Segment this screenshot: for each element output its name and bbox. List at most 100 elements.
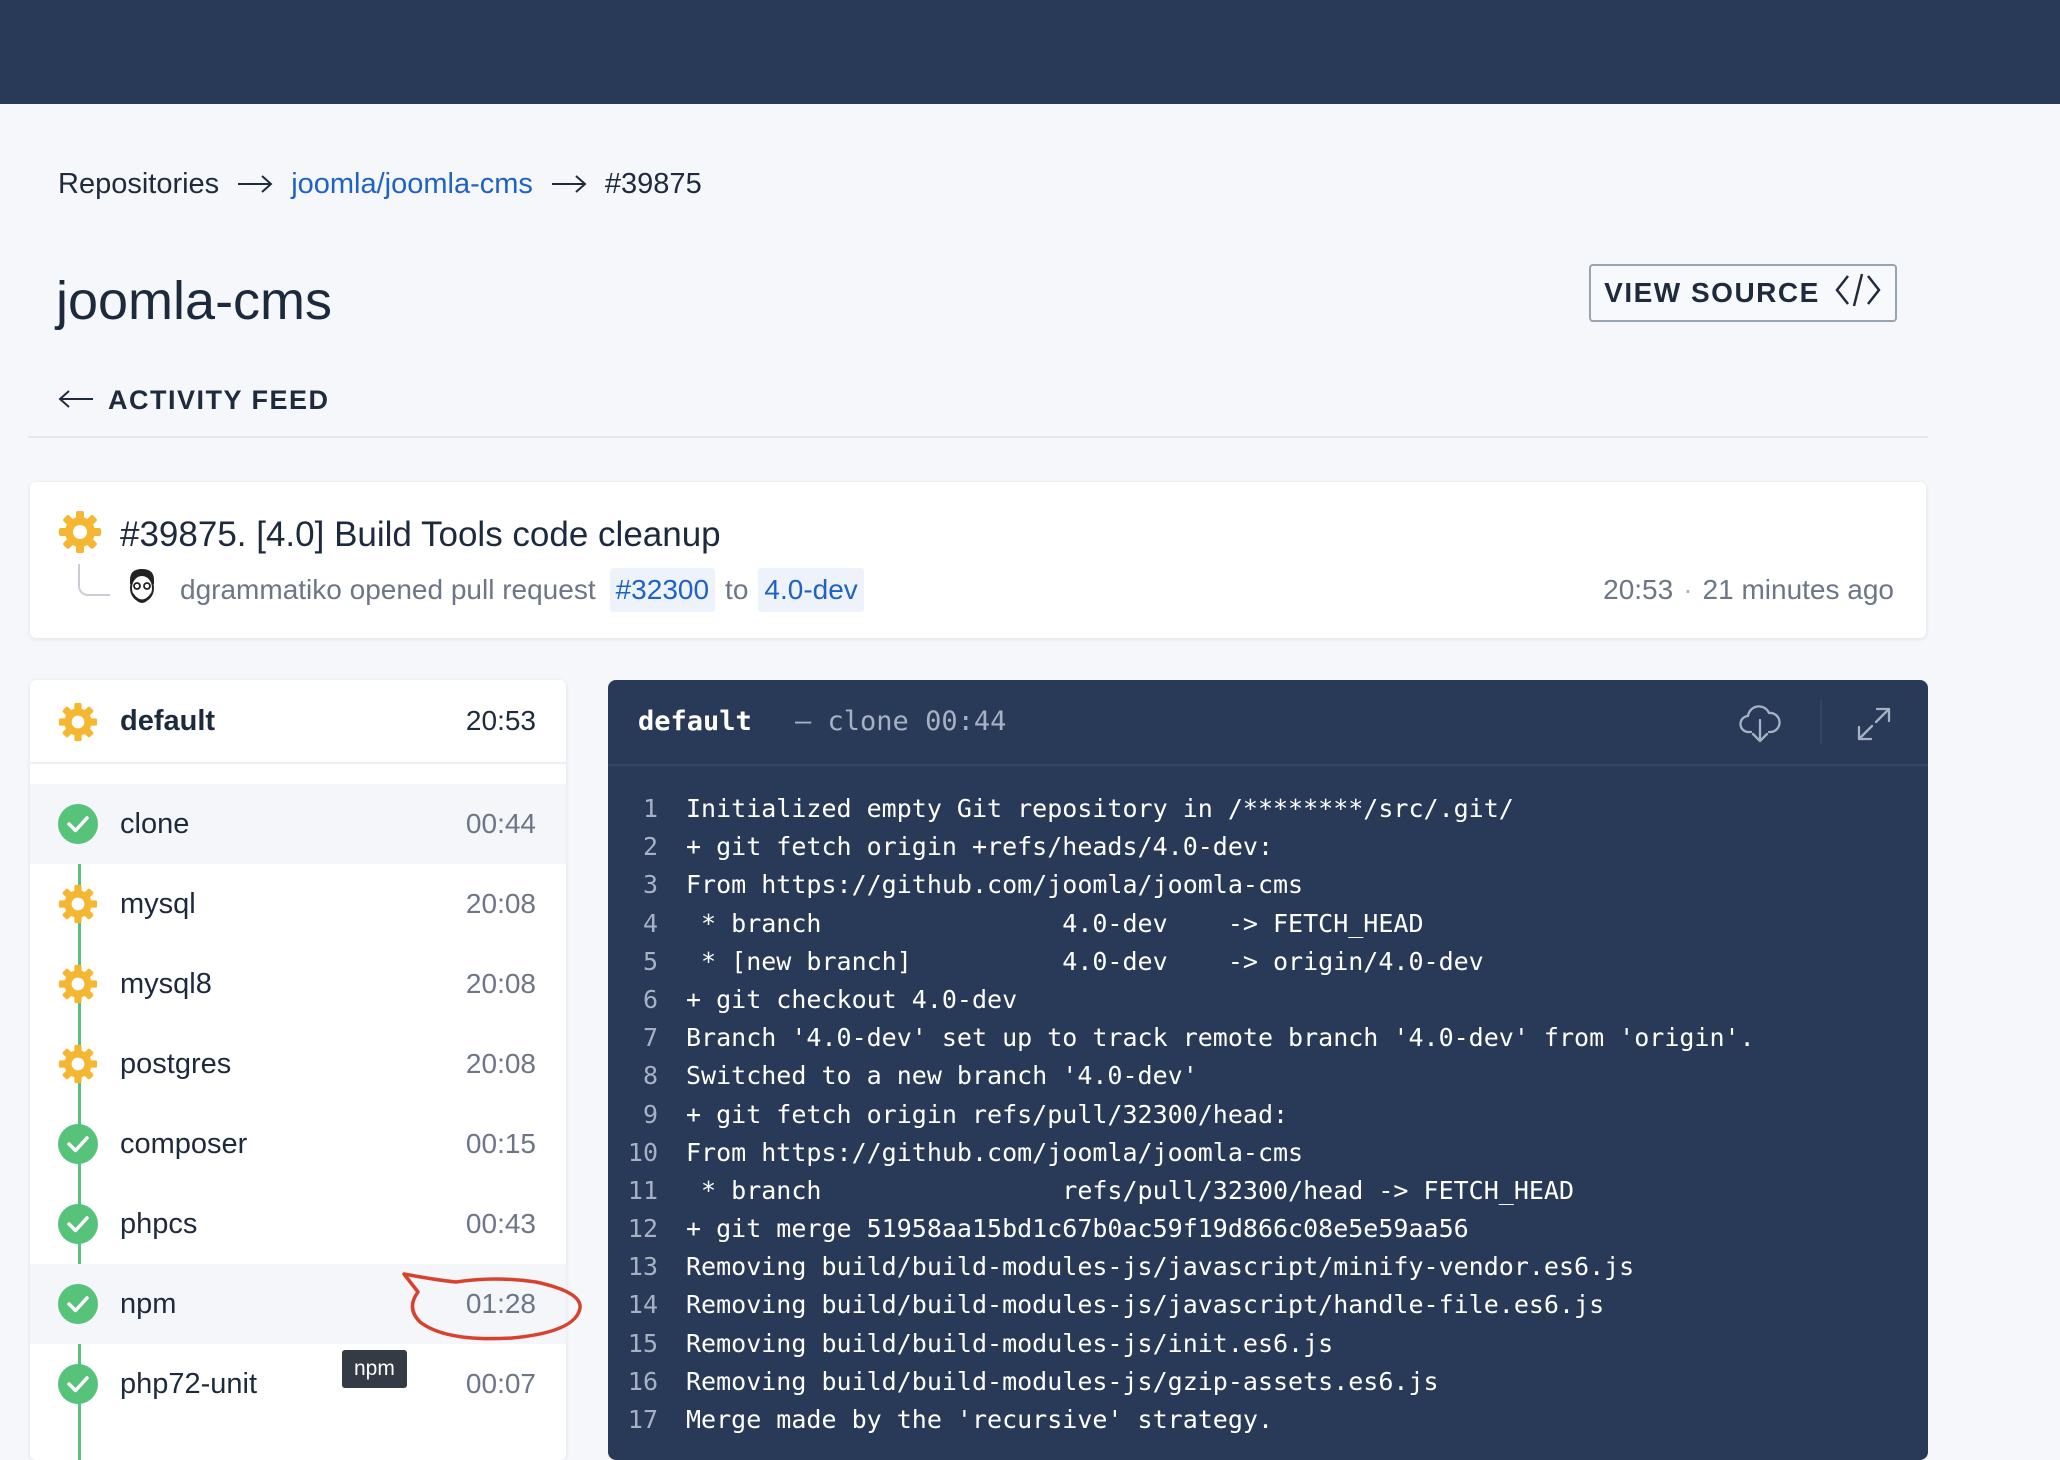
log-line-text: Branch '4.0-dev' set up to track remote …: [686, 1023, 1755, 1053]
gear-icon: [58, 1044, 98, 1084]
log-line-text: Removing build/build-modules-js/init.es6…: [686, 1328, 1334, 1358]
step-duration: 20:08: [465, 888, 536, 919]
log-line-text: Switched to a new branch '4.0-dev': [686, 1061, 1198, 1091]
step-mysql8[interactable]: mysql8 20:08: [30, 944, 566, 1024]
log-line: 13 Removing build/build-modules-js/javasc…: [608, 1248, 1928, 1286]
step-label: mysql8: [120, 968, 212, 1000]
log-line-text: From https://github.com/joomla/joomla-cm…: [686, 870, 1304, 900]
stage-header[interactable]: default 20:53: [30, 680, 566, 764]
view-source-button[interactable]: VIEW SOURCE: [1589, 264, 1897, 322]
log-line-text: * branch 4.0-dev -> FETCH_HEAD: [686, 908, 1424, 938]
log-line-number: 16: [627, 1366, 658, 1396]
log-line: 6 + git checkout 4.0-dev: [608, 981, 1928, 1019]
log-line-number: 14: [627, 1290, 658, 1320]
log-step-info: — clone 00:44: [795, 700, 1006, 744]
build-ago: 21 minutes ago: [1702, 574, 1894, 605]
to-word: to: [725, 574, 749, 605]
log-line-number: 1: [642, 794, 658, 823]
arrow-right-icon: [237, 174, 273, 194]
log-line-number: 2: [642, 832, 658, 862]
check-circle-icon: [58, 1284, 98, 1324]
build-action: opened pull request: [349, 574, 596, 605]
step-clone[interactable]: clone 00:44: [30, 784, 566, 864]
step-label: postgres: [120, 1048, 232, 1080]
log-line-text: + git checkout 4.0-dev: [686, 984, 1018, 1014]
log-line: 2 + git fetch origin +refs/heads/4.0-dev:: [608, 828, 1928, 866]
log-line: 17 Merge made by the 'recursive' strategy…: [608, 1401, 1928, 1439]
log-line-number: 17: [627, 1405, 658, 1434]
log-line: 16 Removing build/build-modules-js/gzip-a…: [608, 1363, 1928, 1401]
step-label: composer: [120, 1128, 248, 1160]
build-card: #39875. [4.0] Build Tools code cleanup d…: [30, 482, 1926, 638]
gear-icon: [58, 510, 102, 559]
step-duration: 00:44: [465, 808, 536, 839]
avatar[interactable]: [122, 566, 162, 610]
log-line: 4 * branch 4.0-dev -> FETCH_HEAD: [608, 905, 1928, 943]
check-circle-icon: [58, 1204, 98, 1244]
log-panel: default — clone 00:44 1 Initialized empty…: [608, 680, 1928, 1460]
breadcrumb: Repositories joomla/joomla-cms #39875: [58, 164, 702, 204]
breadcrumb-repositories[interactable]: Repositories: [58, 168, 219, 201]
header-separator: [1820, 700, 1822, 744]
step-duration: 20:08: [465, 1048, 536, 1079]
log-line-text: From https://github.com/joomla/joomla-cm…: [686, 1137, 1304, 1167]
log-line-number: 4: [642, 908, 658, 938]
gear-icon: [58, 964, 98, 1004]
step-duration: 00:43: [465, 1208, 536, 1239]
log-line-text: Removing build/build-modules-js/gzip-ass…: [686, 1366, 1439, 1396]
step-phpcs[interactable]: phpcs 00:43: [30, 1184, 566, 1264]
step-label: clone: [120, 808, 190, 840]
build-author[interactable]: dgrammatiko: [180, 568, 342, 612]
cloud-download-icon[interactable]: [1738, 700, 1782, 748]
log-line-number: 8: [642, 1061, 658, 1091]
arrow-left-icon: [58, 385, 108, 416]
log-line-number: 7: [642, 1023, 658, 1053]
step-duration: 00:15: [465, 1128, 536, 1159]
log-line: 7 Branch '4.0-dev' set up to track remote…: [608, 1019, 1928, 1057]
build-meta: dgrammatiko opened pull request #32300 t…: [180, 568, 874, 612]
step-mysql[interactable]: mysql 20:08: [30, 864, 566, 944]
breadcrumb-repo-link[interactable]: joomla/joomla-cms: [291, 168, 533, 201]
log-line-text: * branch refs/pull/32300/head -> FETCH_H…: [686, 1175, 1575, 1205]
log-line-number: 15: [627, 1328, 658, 1358]
gear-icon: [58, 702, 98, 747]
log-line-text: * [new branch] 4.0-dev -> origin/4.0-dev: [686, 946, 1484, 976]
tree-connector: [78, 564, 110, 596]
activity-feed-label: ACTIVITY FEED: [108, 384, 330, 415]
branch-link[interactable]: 4.0-dev: [758, 568, 864, 612]
log-stage-name: default: [638, 706, 752, 737]
log-line-number: 11: [627, 1175, 658, 1205]
check-circle-icon: [58, 804, 98, 844]
top-navbar: [0, 0, 2060, 104]
log-line-text: Merge made by the 'recursive' strategy.: [686, 1405, 1273, 1434]
breadcrumb-build: #39875: [604, 167, 702, 200]
log-line: 1 Initialized empty Git repository in /**…: [608, 790, 1928, 828]
log-dash: —: [795, 706, 812, 737]
stage-time: 20:53: [465, 705, 536, 736]
build-time: 20:53 · 21 minutes ago: [1603, 568, 1894, 612]
stage-name: default: [120, 705, 216, 737]
annotation-circle: [402, 1272, 582, 1341]
log-line: 15 Removing build/build-modules-js/init.e…: [608, 1325, 1928, 1363]
log-line-text: + git fetch origin +refs/heads/4.0-dev:: [686, 832, 1273, 862]
log-line-text: Initialized empty Git repository in /***…: [686, 794, 1514, 823]
page-title: joomla-cms: [56, 271, 333, 331]
log-line: 12 + git merge 51958aa15bd1c67b0ac59f19d8…: [608, 1210, 1928, 1248]
step-duration: 20:08: [465, 968, 536, 999]
build-clock: 20:53: [1603, 574, 1674, 605]
log-line-number: 6: [642, 984, 658, 1014]
step-postgres[interactable]: postgres 20:08: [30, 1024, 566, 1104]
log-line-number: 5: [642, 946, 658, 976]
step-php72-unit[interactable]: php72-unit 00:07: [30, 1344, 566, 1424]
log-step-name: clone: [827, 706, 909, 737]
step-composer[interactable]: composer 00:15: [30, 1104, 566, 1184]
log-line: 14 Removing build/build-modules-js/javasc…: [608, 1286, 1928, 1324]
pull-request-link[interactable]: #32300: [609, 568, 716, 612]
view-source-label: VIEW SOURCE: [1604, 277, 1820, 308]
log-line: 5 * [new branch] 4.0-dev -> origin/4.0-d…: [608, 943, 1928, 981]
log-line: 11 * branch refs/pull/32300/head -> FETC…: [608, 1172, 1928, 1210]
header-divider: [28, 436, 1928, 438]
expand-icon[interactable]: [1856, 706, 1892, 746]
activity-feed-link[interactable]: ACTIVITY FEED: [58, 380, 330, 420]
arrow-right-icon: [551, 174, 587, 194]
